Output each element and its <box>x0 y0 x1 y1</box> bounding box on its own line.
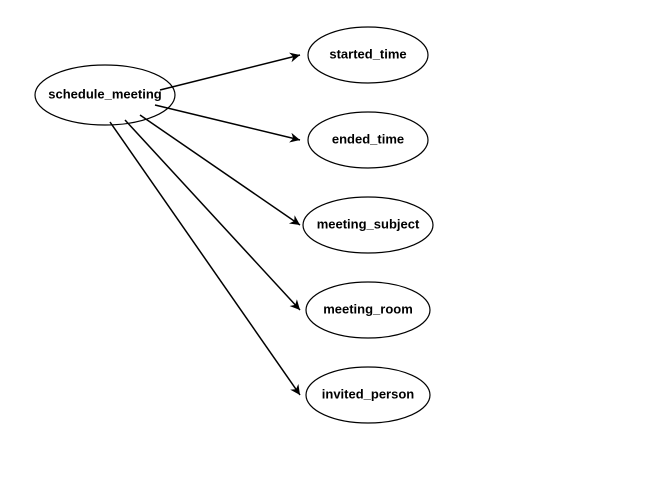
node-ended-time-label: ended_time <box>332 131 404 146</box>
node-invited-person: invited_person <box>306 367 430 423</box>
edges-group <box>110 55 300 395</box>
edge-to-meeting-subject <box>140 115 300 225</box>
node-meeting-subject: meeting_subject <box>303 197 433 253</box>
edge-to-ended-time <box>155 105 300 140</box>
edge-to-meeting-room <box>125 120 300 310</box>
node-schedule-meeting: schedule_meeting <box>35 65 175 125</box>
edge-to-started-time <box>160 55 300 90</box>
node-meeting-subject-label: meeting_subject <box>317 216 420 231</box>
node-started-time: started_time <box>308 27 428 83</box>
node-ended-time: ended_time <box>308 112 428 168</box>
diagram-canvas: schedule_meeting started_time ended_time… <box>0 0 662 502</box>
edge-to-invited-person <box>110 122 300 395</box>
node-started-time-label: started_time <box>329 46 406 61</box>
node-meeting-room: meeting_room <box>306 282 430 338</box>
node-invited-person-label: invited_person <box>322 386 415 401</box>
node-meeting-room-label: meeting_room <box>323 301 413 316</box>
node-schedule-meeting-label: schedule_meeting <box>48 86 161 101</box>
